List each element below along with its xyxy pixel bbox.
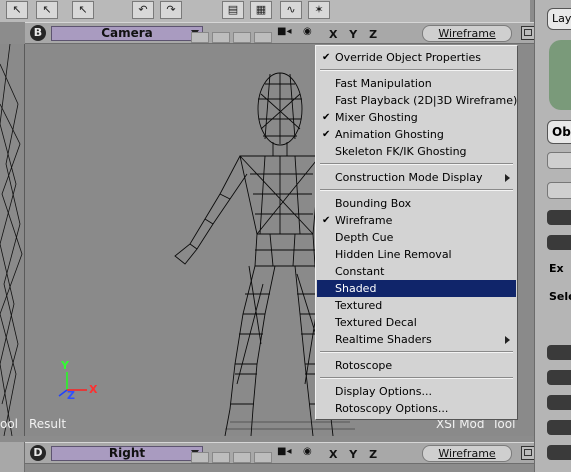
menu-item-constant[interactable]: Constant: [317, 263, 516, 280]
main-toolbar: ↖ ↖ ↖ ↶ ↷ ▤ ▦ ∿ ✶: [0, 0, 530, 22]
object-tab[interactable]: Ob: [547, 120, 571, 144]
menu-item-fast-playback[interactable]: Fast Playback (2D|3D Wireframe): [317, 92, 517, 109]
camera-selector[interactable]: Camera: [51, 26, 203, 41]
fcurve-icon[interactable]: ∿: [280, 1, 302, 19]
menu-item-rotoscopy-options[interactable]: Rotoscopy Options...: [317, 400, 516, 417]
right-panel: Lay Ob Ex Sele: [534, 0, 571, 472]
memo-cam-slots[interactable]: [191, 28, 275, 43]
visibility-eye-icon[interactable]: ◉: [303, 446, 312, 457]
axis-buttons[interactable]: X Y Z: [329, 28, 381, 41]
menu-item-depth-cue[interactable]: Depth Cue: [317, 229, 516, 246]
menu-item-animation-ghosting[interactable]: ✔ Animation Ghosting: [317, 126, 516, 143]
display-mode-button-bottom[interactable]: Wireframe: [422, 445, 512, 462]
camera-selector-label: Camera: [101, 26, 153, 40]
panel-button[interactable]: [547, 345, 571, 360]
explorer-icon[interactable]: ▦: [250, 1, 272, 19]
axis-y-label: Y: [61, 359, 69, 372]
camera-selector-bottom[interactable]: Right: [51, 446, 203, 461]
undo-icon[interactable]: ↶: [132, 1, 154, 19]
menu-item-fast-manipulation[interactable]: Fast Manipulation: [317, 75, 516, 92]
viewport-b-header: B Camera ■◂ ◉ X Y Z Wireframe: [25, 22, 536, 44]
panel-button[interactable]: [547, 210, 571, 225]
menu-item-shaded[interactable]: Shaded: [317, 280, 516, 297]
wireframe-mesh-left: [0, 44, 23, 436]
viewport-a[interactable]: ool: [0, 44, 25, 436]
render-icon[interactable]: ✶: [308, 1, 330, 19]
panel-button[interactable]: [547, 152, 571, 169]
panel-button[interactable]: [547, 420, 571, 435]
result-label: Result: [29, 417, 67, 431]
viewport-d-header: D Right ■◂ ◉ X Y Z Wireframe: [25, 442, 536, 464]
check-icon: ✔: [322, 129, 331, 140]
submenu-arrow-icon: [505, 174, 510, 182]
display-mode-button[interactable]: Wireframe: [422, 25, 512, 42]
select-component-icon[interactable]: ↖: [72, 1, 94, 19]
panel-button[interactable]: [547, 182, 571, 199]
select-object-icon[interactable]: ↖: [36, 1, 58, 19]
menu-item-realtime-shaders[interactable]: Realtime Shaders: [317, 331, 516, 348]
menu-item-override-object-properties[interactable]: ✔ Override Object Properties: [317, 49, 516, 66]
layout-tab[interactable]: Lay: [547, 8, 571, 30]
left-viewport-tool-label: ool: [0, 417, 19, 431]
camera-selector-bottom-label: Right: [108, 446, 146, 460]
layout-icon[interactable]: ▤: [222, 1, 244, 19]
menu-item-wireframe[interactable]: ✔ Wireframe: [317, 212, 516, 229]
menu-item-rotoscope[interactable]: Rotoscope: [317, 357, 516, 374]
menu-item-construction-mode-display[interactable]: Construction Mode Display: [317, 169, 516, 186]
menu-item-mixer-ghosting[interactable]: ✔ Mixer Ghosting: [317, 109, 516, 126]
axis-buttons-bottom[interactable]: X Y Z: [329, 448, 381, 461]
axis-z-label: Z: [67, 389, 75, 402]
menu-item-textured-decal[interactable]: Textured Decal: [317, 314, 516, 331]
camera-icon[interactable]: ■◂: [277, 26, 291, 37]
explorer-label[interactable]: Ex: [549, 262, 564, 275]
check-icon: ✔: [322, 215, 331, 226]
menu-item-textured[interactable]: Textured: [317, 297, 516, 314]
select-icon[interactable]: ↖: [6, 1, 28, 19]
submenu-arrow-icon: [505, 336, 510, 344]
panel-button[interactable]: [547, 445, 571, 460]
axis-x-label: X: [89, 383, 98, 396]
check-icon: ✔: [322, 52, 331, 63]
camera-icon[interactable]: ■◂: [277, 446, 291, 457]
check-icon: ✔: [322, 112, 331, 123]
display-options-menu: ✔ Override Object Properties Fast Manipul…: [315, 45, 518, 420]
menu-item-bounding-box[interactable]: Bounding Box: [317, 195, 516, 212]
viewport-letter-b[interactable]: B: [30, 25, 46, 41]
panel-button[interactable]: [547, 370, 571, 385]
select-label[interactable]: Sele: [549, 290, 571, 303]
menu-item-skeleton-ghosting[interactable]: Skeleton FK/IK Ghosting: [317, 143, 516, 160]
menu-item-hidden-line-removal[interactable]: Hidden Line Removal: [317, 246, 516, 263]
panel-button[interactable]: [547, 235, 571, 250]
panel-logo: [549, 40, 571, 110]
redo-icon[interactable]: ↷: [160, 1, 182, 19]
visibility-eye-icon[interactable]: ◉: [303, 26, 312, 37]
viewport-letter-d[interactable]: D: [30, 445, 46, 461]
menu-item-display-options[interactable]: Display Options...: [317, 383, 516, 400]
panel-button[interactable]: [547, 395, 571, 410]
left-viewport-header-bottom: [0, 442, 25, 472]
memo-cam-slots-bottom[interactable]: [191, 448, 275, 463]
